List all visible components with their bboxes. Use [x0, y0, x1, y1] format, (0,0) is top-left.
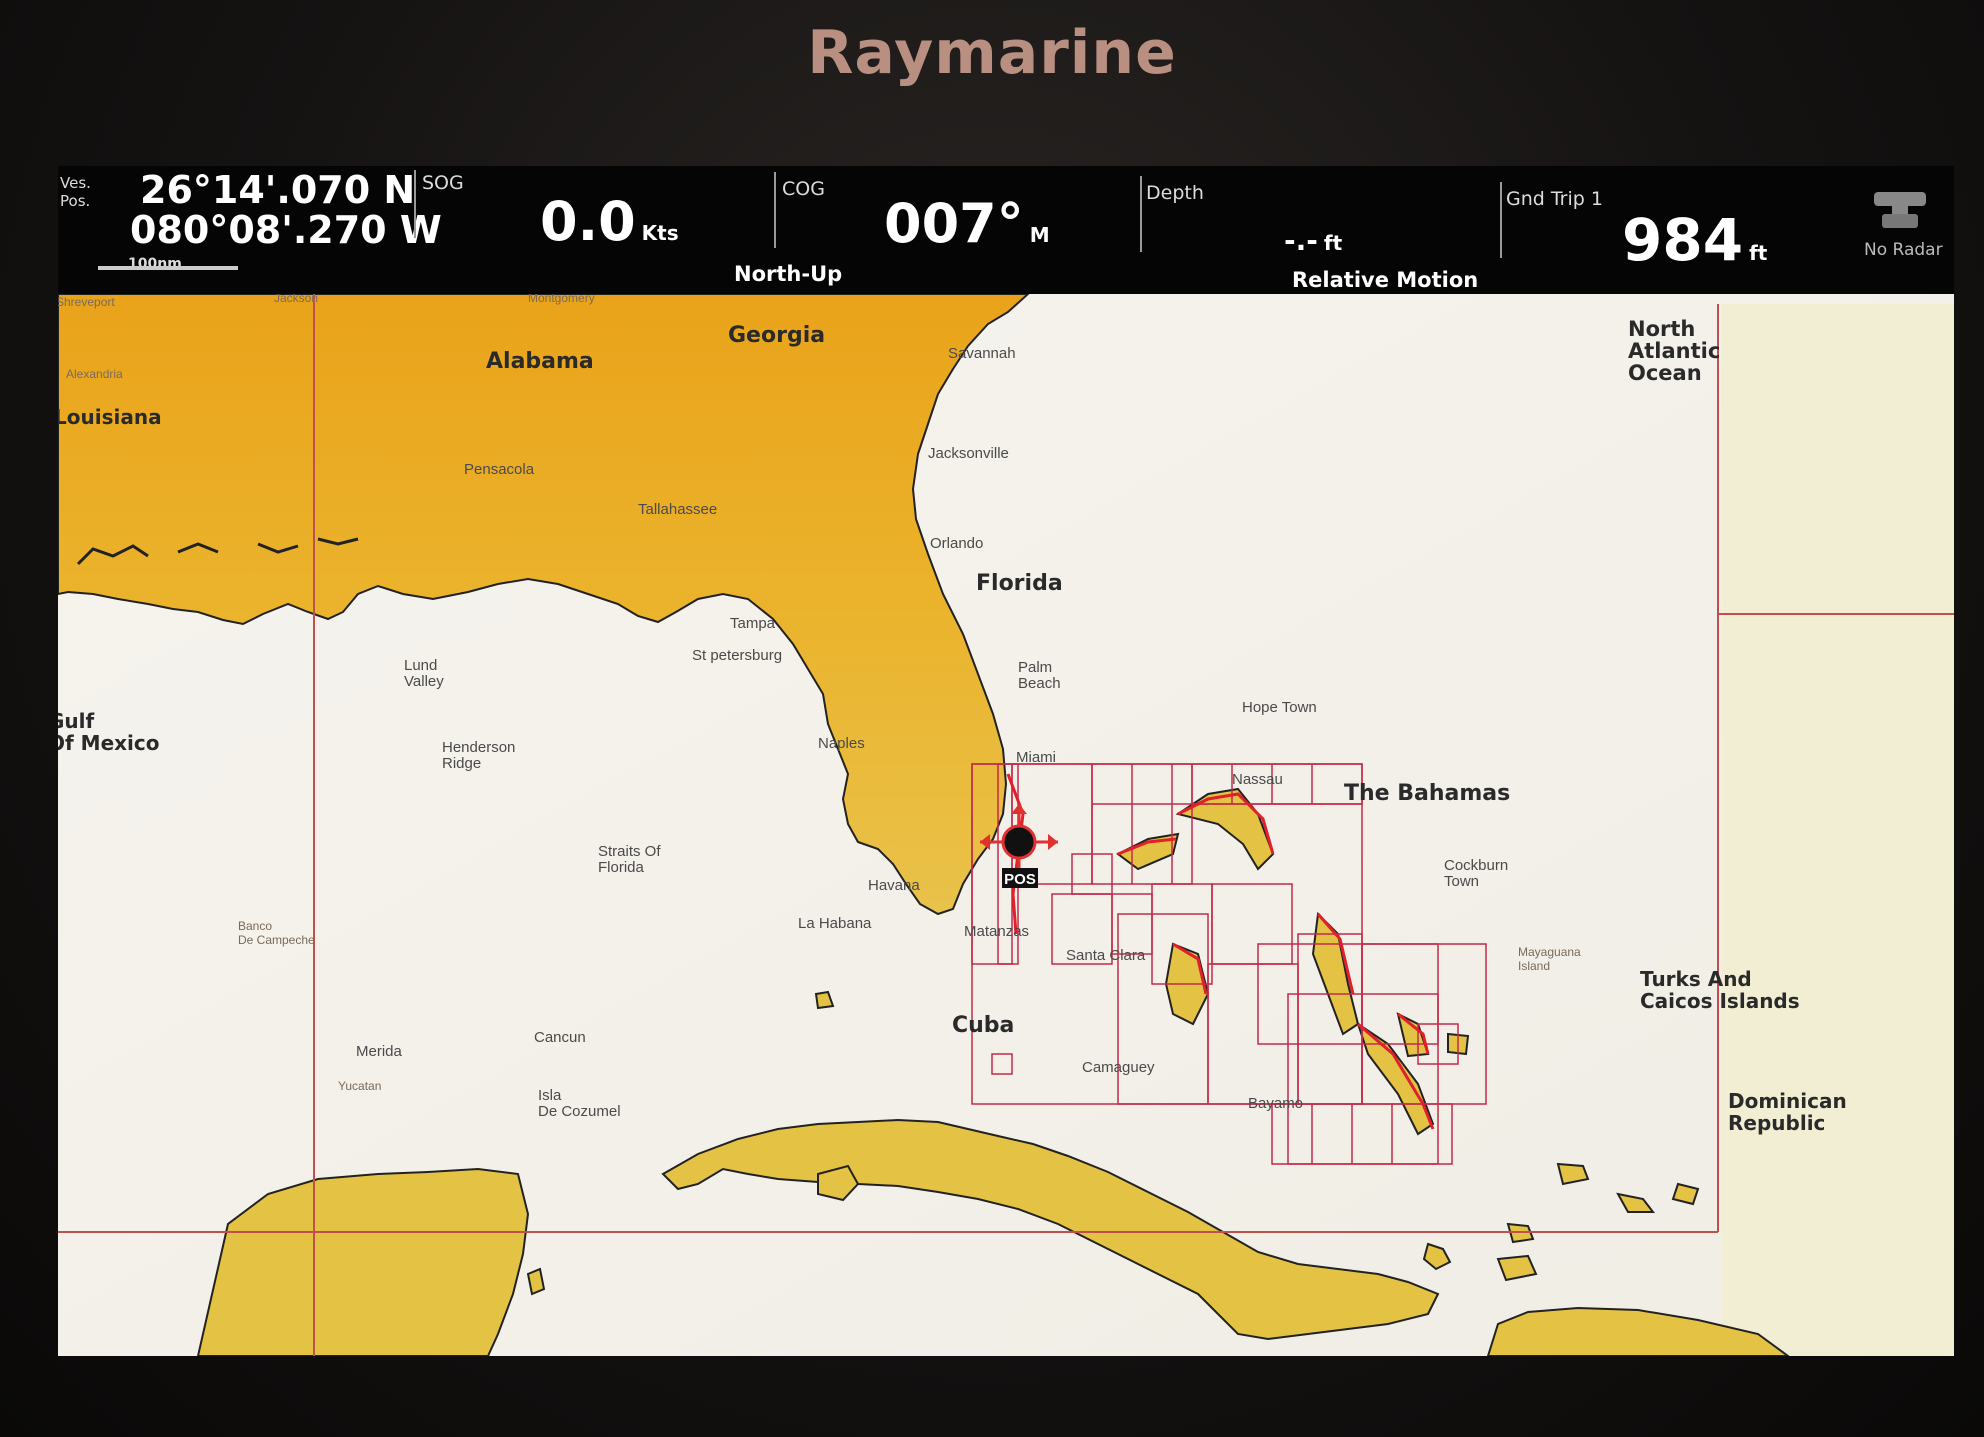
- cog-label: COG: [782, 178, 825, 200]
- separator: [774, 172, 776, 248]
- scale-bar: [98, 266, 238, 270]
- label-havana: Havana: [868, 877, 920, 894]
- chartplotter-device: Raymarine Ves. Pos. 26°14'.070 N 080°08'…: [0, 0, 1984, 1437]
- label-bahamas: The Bahamas: [1344, 781, 1510, 806]
- depth-unit: ft: [1323, 231, 1343, 255]
- chart-canvas[interactable]: POS Georgia Alabama Louisiana Florida Th…: [58, 294, 1954, 1356]
- svg-text:Valley: Valley: [404, 673, 444, 690]
- svg-text:Caicos Islands: Caicos Islands: [1640, 989, 1800, 1013]
- label-tampa: Tampa: [730, 615, 776, 632]
- svg-text:Isla: Isla: [538, 1087, 562, 1104]
- data-bar: Ves. Pos. 26°14'.070 N 080°08'.270 W 100…: [58, 166, 1954, 294]
- sog-label: SOG: [422, 172, 464, 194]
- label-stpetersburg: St petersburg: [692, 647, 782, 664]
- label-yucatan: Yucatan: [338, 1079, 381, 1093]
- display-screen: Ves. Pos. 26°14'.070 N 080°08'.270 W 100…: [58, 166, 1954, 1356]
- svg-text:North: North: [1628, 317, 1695, 341]
- svg-text:Town: Town: [1444, 873, 1479, 890]
- svg-text:Lund: Lund: [404, 657, 437, 674]
- label-matanzas: Matanzas: [964, 923, 1029, 940]
- label-pensacola: Pensacola: [464, 461, 535, 478]
- label-camaguey: Camaguey: [1082, 1059, 1155, 1076]
- svg-text:Ridge: Ridge: [442, 755, 481, 772]
- cozumel: [526, 1267, 546, 1296]
- label-alabama: Alabama: [486, 349, 594, 374]
- label-merida: Merida: [356, 1043, 403, 1060]
- svg-text:Palm: Palm: [1018, 659, 1052, 676]
- separator: [1500, 182, 1502, 258]
- label-bayamo: Bayamo: [1248, 1095, 1303, 1112]
- label-florida: Florida: [976, 571, 1063, 596]
- separator: [1140, 176, 1142, 252]
- label-cancun: Cancun: [534, 1029, 586, 1046]
- offchart-area: [1722, 304, 1954, 1356]
- cog-unit: M: [1029, 223, 1050, 247]
- label-tallahassee: Tallahassee: [638, 501, 717, 518]
- svg-text:De Campeche: De Campeche: [238, 933, 315, 947]
- svg-text:Turks And: Turks And: [1640, 967, 1752, 991]
- svg-text:Banco: Banco: [238, 919, 272, 933]
- depth-value: -.-: [1284, 224, 1318, 257]
- latitude-value: 26°14'.070 N: [140, 168, 416, 212]
- label-cuba: Cuba: [952, 1013, 1014, 1038]
- pos-marker-label: POS: [1004, 871, 1036, 888]
- label-savannah: Savannah: [948, 345, 1016, 362]
- svg-text:Republic: Republic: [1728, 1111, 1825, 1135]
- svg-text:Atlantic: Atlantic: [1628, 339, 1720, 363]
- svg-text:Ocean: Ocean: [1628, 361, 1702, 385]
- svg-text:Straits Of: Straits Of: [598, 843, 661, 860]
- label-la-habana: La Habana: [798, 915, 872, 932]
- label-jacksonville: Jacksonville: [928, 445, 1009, 462]
- label-montgomery: Montgomery: [528, 294, 595, 305]
- depth-label: Depth: [1146, 182, 1204, 204]
- svg-text:Dominican: Dominican: [1728, 1089, 1847, 1113]
- trip-label: Gnd Trip 1: [1506, 188, 1603, 210]
- svg-text:Beach: Beach: [1018, 675, 1061, 692]
- sog-value: 0.0: [540, 190, 636, 253]
- label-shreveport: Shreveport: [58, 295, 115, 309]
- label-alexandria: Alexandria: [66, 367, 123, 381]
- brand-logo: Raymarine: [807, 18, 1177, 88]
- motion-mode-button[interactable]: Relative Motion: [1292, 268, 1478, 292]
- svg-text:Of Mexico: Of Mexico: [58, 731, 159, 755]
- label-nassau: Nassau: [1232, 771, 1283, 788]
- label-naples: Naples: [818, 735, 865, 752]
- radar-status-label: No Radar: [1864, 240, 1943, 260]
- label-hope-town: Hope Town: [1242, 699, 1317, 716]
- label-louisiana: Louisiana: [58, 405, 162, 429]
- label-jackson: Jackson: [274, 294, 318, 305]
- svg-text:Cockburn: Cockburn: [1444, 857, 1508, 874]
- svg-text:Island: Island: [1518, 959, 1550, 973]
- svg-text:Gulf: Gulf: [58, 709, 95, 733]
- label-orlando: Orlando: [930, 535, 983, 552]
- trip-unit: ft: [1749, 241, 1768, 265]
- label-miami: Miami: [1016, 749, 1056, 766]
- svg-text:Florida: Florida: [598, 859, 645, 876]
- longitude-value: 080°08'.270 W: [130, 208, 442, 252]
- position-label: Ves. Pos.: [60, 174, 91, 210]
- label-santa-clara: Santa Clara: [1066, 947, 1146, 964]
- svg-text:De Cozumel: De Cozumel: [538, 1103, 621, 1120]
- svg-text:Mayaguana: Mayaguana: [1518, 945, 1581, 959]
- nautical-chart[interactable]: POS Georgia Alabama Louisiana Florida Th…: [58, 294, 1954, 1356]
- cog-value: 007°: [884, 192, 1024, 255]
- sog-unit: Kts: [641, 221, 679, 245]
- separator: [414, 170, 416, 238]
- orientation-mode-button[interactable]: North-Up: [734, 262, 842, 286]
- svg-text:Henderson: Henderson: [442, 739, 515, 756]
- radar-icon: [1874, 192, 1926, 228]
- trip-value: 984: [1622, 206, 1744, 274]
- label-georgia: Georgia: [728, 323, 825, 348]
